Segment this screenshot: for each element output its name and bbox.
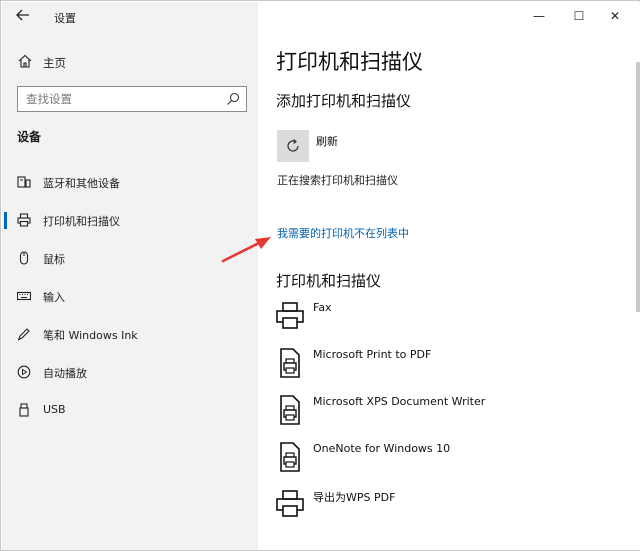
sidebar-item-pen[interactable]: 笔和 Windows Ink — [2, 320, 258, 348]
add-printers-heading: 添加打印机和扫描仪 — [276, 92, 412, 110]
bluetooth-devices-icon — [17, 176, 31, 188]
sidebar-item-home[interactable]: 主页 — [2, 48, 258, 76]
sidebar-item-label: USB — [43, 403, 66, 416]
device-name: Microsoft Print to PDF — [313, 348, 432, 361]
pen-icon — [17, 328, 30, 341]
device-name: OneNote for Windows 10 — [313, 442, 451, 455]
home-label: 主页 — [43, 56, 66, 70]
device-item-print-to-pdf[interactable]: Microsoft Print to PDF — [275, 348, 615, 388]
printer-not-listed-link[interactable]: 我需要的打印机不在列表中 — [277, 225, 409, 241]
refresh-button[interactable] — [277, 130, 309, 162]
app-title: 设置 — [54, 12, 76, 25]
keyboard-icon — [17, 291, 31, 301]
maximize-button[interactable]: ☐ — [564, 6, 594, 26]
page-title: 打印机和扫描仪 — [276, 50, 423, 74]
annotation-arrow-icon — [221, 237, 271, 263]
sidebar-item-typing[interactable]: 输入 — [2, 282, 258, 310]
autoplay-icon — [17, 365, 31, 379]
sidebar-item-label: 自动播放 — [43, 367, 87, 380]
settings-window: 设置 主页 设备 蓝牙和其他设备 打印机和扫描仪 鼠标 输入 — [0, 0, 640, 551]
search-icon[interactable] — [226, 92, 240, 106]
search-box[interactable] — [17, 86, 247, 112]
sidebar-item-printers[interactable]: 打印机和扫描仪 — [2, 206, 258, 234]
minimize-button[interactable]: — — [524, 6, 554, 26]
search-input[interactable] — [26, 91, 216, 107]
device-name: 导出为WPS PDF — [313, 491, 396, 504]
device-item-fax[interactable]: Fax — [275, 301, 615, 341]
device-item-wps-pdf[interactable]: 导出为WPS PDF — [275, 489, 615, 529]
active-indicator — [4, 212, 7, 229]
mouse-icon — [19, 251, 29, 265]
refresh-label: 刷新 — [316, 135, 338, 148]
usb-icon — [19, 403, 29, 417]
printer-icon — [276, 490, 304, 517]
scrollbar[interactable] — [636, 62, 640, 312]
sidebar: 设置 主页 设备 蓝牙和其他设备 打印机和扫描仪 鼠标 输入 — [2, 2, 258, 550]
device-name: Fax — [313, 301, 332, 314]
fax-printer-icon — [276, 302, 304, 329]
printer-icon — [17, 213, 31, 227]
document-printer-icon — [280, 348, 300, 378]
document-printer-icon — [280, 442, 300, 472]
titlebar-left: 设置 — [2, 2, 258, 32]
refresh-icon — [287, 139, 299, 152]
device-item-xps-writer[interactable]: Microsoft XPS Document Writer — [275, 395, 615, 435]
sidebar-item-usb[interactable]: USB — [2, 396, 258, 424]
sidebar-item-autoplay[interactable]: 自动播放 — [2, 358, 258, 386]
device-item-onenote[interactable]: OneNote for Windows 10 — [275, 442, 615, 482]
close-button[interactable]: ✕ — [600, 6, 630, 26]
sidebar-item-label: 笔和 Windows Ink — [43, 329, 138, 342]
content-pane: — ☐ ✕ 打印机和扫描仪 添加打印机和扫描仪 刷新 正在搜索打印机和扫描仪 我… — [258, 2, 640, 550]
sidebar-item-label: 打印机和扫描仪 — [43, 215, 120, 228]
sidebar-item-label: 鼠标 — [43, 253, 65, 266]
sidebar-item-label: 蓝牙和其他设备 — [43, 177, 120, 190]
searching-status: 正在搜索打印机和扫描仪 — [277, 174, 398, 187]
document-printer-icon — [280, 395, 300, 425]
section-title-devices: 设备 — [17, 130, 42, 144]
home-icon — [18, 54, 32, 68]
sidebar-item-mouse[interactable]: 鼠标 — [2, 244, 258, 272]
back-arrow-icon — [16, 9, 29, 21]
back-button[interactable] — [12, 8, 34, 26]
device-name: Microsoft XPS Document Writer — [313, 395, 486, 408]
devices-heading: 打印机和扫描仪 — [276, 272, 382, 290]
sidebar-item-label: 输入 — [43, 291, 65, 304]
sidebar-item-bluetooth[interactable]: 蓝牙和其他设备 — [2, 168, 258, 196]
